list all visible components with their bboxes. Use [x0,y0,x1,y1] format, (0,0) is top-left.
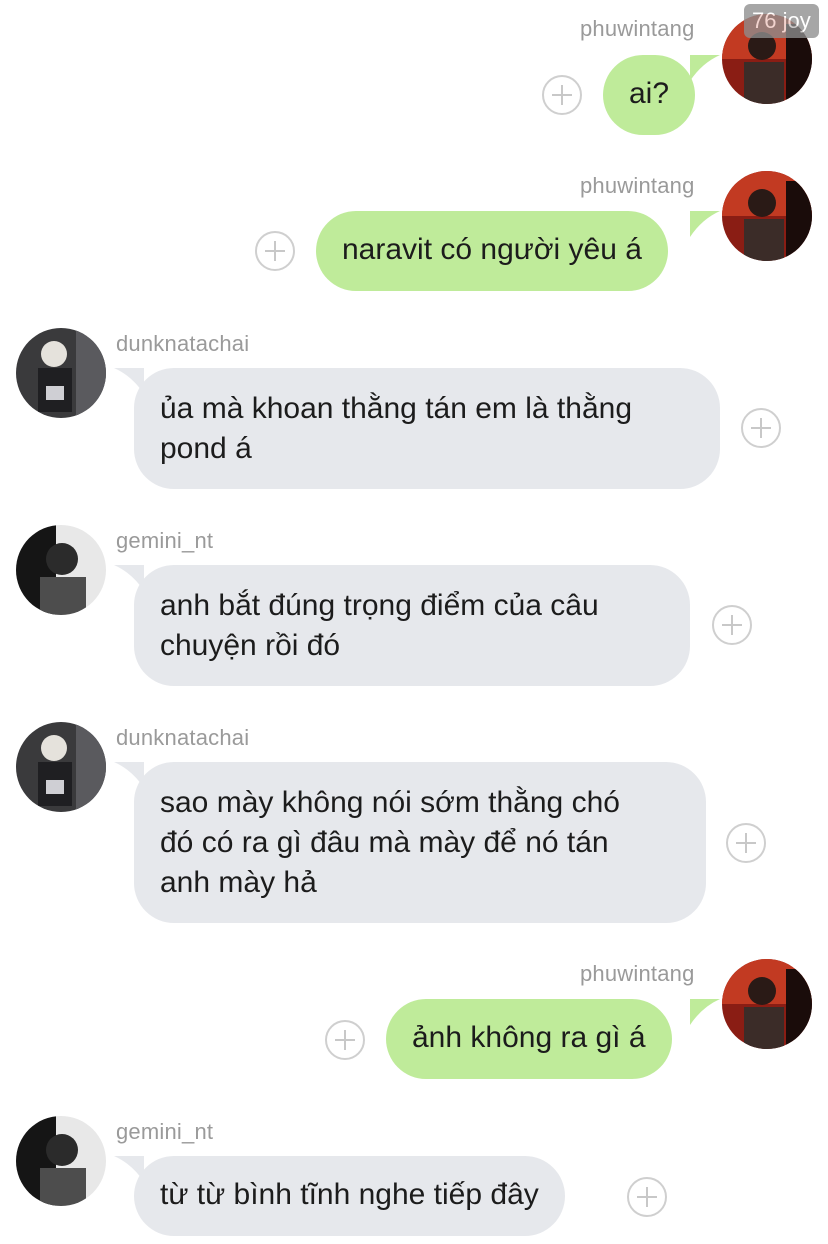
add-reaction-icon[interactable] [627,1177,667,1217]
username-label: phuwintang [580,16,695,41]
avatar-dunknatachai[interactable] [16,722,106,812]
message-text-line: anh mày hả [160,866,317,899]
message-bubble[interactable]: ảnh không ra gì á [386,999,672,1079]
username-label: dunknatachai [116,331,250,356]
message-text-line: đó có ra gì đâu mà mày để nó tán [160,826,609,859]
avatar-gemini-nt[interactable] [16,1116,106,1206]
username-label: gemini_nt [116,1119,214,1144]
username-label: phuwintang [580,961,695,986]
message-text: ảnh không ra gì á [412,1021,646,1054]
avatar-gemini-nt[interactable] [16,525,106,615]
message-bubble[interactable]: anh bắt đúng trọng điểm của câu chuyện r… [134,565,690,686]
bubble-tail-icon [690,211,720,237]
message-bubble[interactable]: ủa mà khoan thằng tán em là thằng pond á [134,368,720,489]
message-text-line: sao mày không nói sớm thằng chó [160,786,620,819]
message-bubble[interactable]: từ từ bình tĩnh nghe tiếp đây [134,1156,565,1236]
username-label: phuwintang [580,173,695,198]
message-bubble[interactable]: ai? [603,55,696,135]
add-reaction-icon[interactable] [255,231,295,271]
message-text-line: pond á [160,432,252,465]
message-text: ai? [629,77,670,110]
message-text-line: anh bắt đúng trọng điểm của câu [160,589,599,622]
bubble-tail-icon [690,55,720,81]
username-label: dunknatachai [116,725,250,750]
add-reaction-icon[interactable] [542,75,582,115]
avatar-dunknatachai[interactable] [16,328,106,418]
add-reaction-icon[interactable] [325,1020,365,1060]
bubble-tail-icon [690,999,720,1025]
avatar-phuwintang[interactable] [722,171,812,261]
add-reaction-icon[interactable] [726,823,766,863]
message-text-line: ủa mà khoan thằng tán em là thằng [160,392,633,425]
message-text-line: chuyện rồi đó [160,629,341,662]
add-reaction-icon[interactable] [712,605,752,645]
message-text: từ từ bình tĩnh nghe tiếp đây [160,1178,539,1211]
message-text: naravit có người yêu á [342,233,642,266]
count-badge: 76 joy [744,4,819,38]
add-reaction-icon[interactable] [741,408,781,448]
username-label: gemini_nt [116,528,214,553]
message-bubble[interactable]: sao mày không nói sớm thằng chó đó có ra… [134,762,706,923]
avatar-phuwintang[interactable] [722,959,812,1049]
message-bubble[interactable]: naravit có người yêu á [316,211,668,291]
